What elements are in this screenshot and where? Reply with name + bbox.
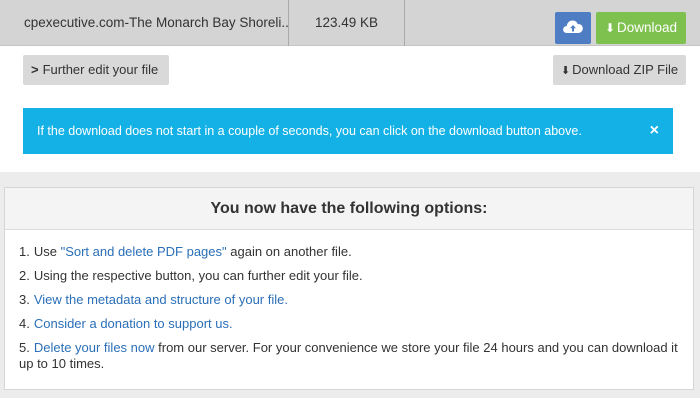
- list-item: 3. View the metadata and structure of you…: [19, 292, 679, 308]
- download-icon: ⬇: [604, 21, 615, 35]
- alert-text: If the download does not start in a coup…: [37, 124, 582, 138]
- item-text: again on another file.: [226, 244, 352, 259]
- options-title: You now have the following options:: [5, 188, 693, 230]
- item-number: 4.: [19, 316, 30, 331]
- list-item: 5. Delete your files now from our server.…: [19, 340, 679, 372]
- list-item: 2. Using the respective button, you can f…: [19, 268, 679, 284]
- file-row: cpexecutive.com-The Monarch Bay Shoreli.…: [0, 0, 700, 46]
- options-panel: You now have the following options: 1. Us…: [4, 187, 694, 390]
- further-edit-button[interactable]: > Further edit your file: [23, 55, 169, 85]
- download-panel: cpexecutive.com-The Monarch Bay Shoreli.…: [0, 0, 700, 172]
- cloud-upload-icon: [562, 18, 584, 39]
- options-list: 1. Use "Sort and delete PDF pages" again …: [19, 244, 679, 380]
- view-metadata-link[interactable]: View the metadata and structure of your …: [34, 292, 288, 307]
- item-number: 5.: [19, 340, 30, 355]
- item-number: 1.: [19, 244, 30, 259]
- download-zip-button[interactable]: ⬇ Download ZIP File: [553, 55, 686, 85]
- download-button-label: Download: [617, 20, 678, 35]
- download-button[interactable]: ⬇ Download: [596, 12, 686, 44]
- download-icon: ⬇: [560, 65, 571, 77]
- item-number: 3.: [19, 292, 30, 307]
- close-icon[interactable]: ×: [650, 108, 659, 154]
- sort-delete-link[interactable]: "Sort and delete PDF pages": [61, 244, 227, 259]
- cloud-upload-button[interactable]: [555, 12, 591, 44]
- further-edit-label: Further edit your file: [42, 62, 159, 77]
- file-name: cpexecutive.com-The Monarch Bay Shoreli.…: [0, 0, 289, 46]
- download-alert: If the download does not start in a coup…: [23, 108, 673, 154]
- delete-files-link[interactable]: Delete your files now: [34, 340, 155, 355]
- item-number: 2.: [19, 268, 30, 283]
- list-item: 1. Use "Sort and delete PDF pages" again …: [19, 244, 679, 260]
- item-text: Using the respective button, you can fur…: [33, 268, 363, 283]
- chevron-right-icon: >: [31, 62, 39, 77]
- list-item: 4. Consider a donation to support us.: [19, 316, 679, 332]
- item-text: Use: [33, 244, 61, 259]
- file-size: 123.49 KB: [289, 0, 405, 46]
- donation-link[interactable]: Consider a donation to support us.: [34, 316, 233, 331]
- download-zip-label: Download ZIP File: [572, 62, 679, 77]
